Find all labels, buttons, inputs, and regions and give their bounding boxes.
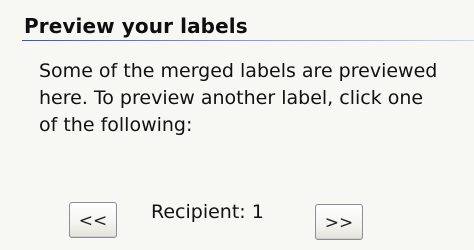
recipient-indicator: Recipient: 1 <box>151 201 264 223</box>
title-divider <box>22 40 474 41</box>
previous-recipient-button[interactable]: << <box>69 202 117 238</box>
next-recipient-button[interactable]: >> <box>315 204 363 240</box>
preview-labels-pane: Preview your labels Some of the merged l… <box>0 0 474 250</box>
preview-description: Some of the merged labels are previewed … <box>39 60 438 136</box>
recipient-navigation: << Recipient: 1 >> <box>0 196 474 240</box>
section-title: Preview your labels <box>24 14 248 38</box>
